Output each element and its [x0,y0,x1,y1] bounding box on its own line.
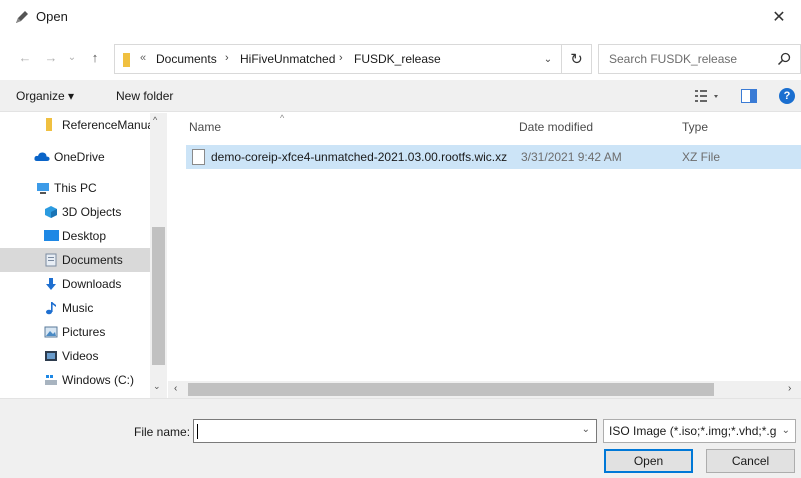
breadcrumb-documents[interactable]: Documents [156,52,217,66]
search-box[interactable]: Search FUSDK_release [598,44,801,74]
close-button[interactable]: ✕ [757,0,801,34]
nav-item-label: 3D Objects [62,205,122,219]
folder-icon [123,53,130,67]
nav-item-onedrive[interactable]: OneDrive [0,145,150,169]
breadcrumb-separator[interactable]: › [339,52,343,64]
recent-locations-button[interactable]: ⌄ [63,48,81,68]
nav-item-label: ReferenceManua [62,118,155,132]
drive-icon [45,375,57,385]
nav-item-documents[interactable]: Documents [0,248,150,272]
file-type-select[interactable]: ISO Image (*.iso;*.img;*.vhd;*.g ⌄ [603,419,796,443]
file-row[interactable]: demo-coreip-xfce4-unmatched-2021.03.00.r… [186,145,801,169]
scrollbar-thumb[interactable] [152,227,165,365]
sort-ascending-icon: ^ [280,113,285,123]
nav-item-label: This PC [54,181,97,195]
back-button[interactable]: ← [16,48,34,68]
nav-item-this-pc[interactable]: This PC [0,176,150,200]
cube-icon [45,206,57,218]
cancel-button[interactable]: Cancel [706,449,795,473]
scroll-up-arrow[interactable]: ^ [153,115,157,125]
title-bar: Open ✕ [0,0,801,34]
nav-item-3d-objects[interactable]: 3D Objects [0,200,150,224]
nav-item-desktop[interactable]: Desktop [0,224,150,248]
file-name-input[interactable]: ⌄ [193,419,597,443]
scroll-right-arrow[interactable]: › [788,383,791,394]
desktop-icon [44,230,59,241]
dialog-title: Open [36,9,68,24]
new-folder-button[interactable]: New folder [116,89,173,103]
open-dialog: Open ✕ ← → ⌄ ↑ « Documents › HiFiveUnmat… [0,0,801,478]
nav-item-windows-c[interactable]: Windows (C:) [0,368,150,392]
navigation-row: ← → ⌄ ↑ « Documents › HiFiveUnmatched › … [0,42,801,74]
column-header-type[interactable]: Type [682,120,708,134]
music-icon [46,302,56,315]
nav-item-label: Desktop [62,229,107,243]
breadcrumb-hifiveunmatched[interactable]: HiFiveUnmatched [240,52,335,66]
chevron-down-icon[interactable]: ⌄ [535,45,561,73]
nav-item-pictures[interactable]: Pictures [0,320,150,344]
nav-item-music[interactable]: Music [0,296,150,320]
nav-item-label: Music [62,301,94,315]
documents-icon [45,253,57,267]
file-name: demo-coreip-xfce4-unmatched-2021.03.00.r… [211,150,508,164]
search-placeholder: Search FUSDK_release [609,52,738,66]
column-header-date-modified[interactable]: Date modified [519,120,593,134]
search-icon[interactable] [776,51,792,67]
breadcrumb-overflow[interactable]: « [140,52,146,64]
cloud-icon [34,152,50,161]
nav-item-label: OneDrive [54,150,105,164]
chevron-down-icon[interactable]: ⌄ [582,424,590,435]
file-type-value: ISO Image (*.iso;*.img;*.vhd;*.g [609,424,777,438]
videos-icon [45,351,57,361]
nav-item-label: Documents [62,253,123,267]
pen-icon [16,11,28,23]
command-toolbar: Organize ▾ New folder ? [0,80,801,112]
column-header-name[interactable]: Name [189,120,221,134]
file-name-panel: File name: ⌄ ISO Image (*.iso;*.img;*.vh… [0,398,801,478]
open-button[interactable]: Open [604,449,693,473]
nav-item-downloads[interactable]: Downloads [0,272,150,296]
address-bar[interactable]: « Documents › HiFiveUnmatched › FUSDK_re… [114,44,562,74]
breadcrumb-separator[interactable]: › [225,52,229,64]
chevron-down-icon[interactable]: ⌄ [782,425,790,436]
scroll-down-arrow[interactable]: ⌄ [153,381,161,392]
organize-menu[interactable]: Organize ▾ [16,89,74,103]
forward-button[interactable]: → [42,48,60,68]
scroll-left-arrow[interactable]: ‹ [174,383,177,394]
file-list-horizontal-scrollbar[interactable]: ‹ › [168,381,801,398]
file-name-label: File name: [134,425,191,439]
breadcrumb-fusdk-release[interactable]: FUSDK_release [354,52,441,66]
view-options-icon[interactable] [694,88,724,104]
nav-item-label: Windows (C:) [62,373,135,387]
pictures-icon [44,326,58,338]
up-button[interactable]: ↑ [86,48,104,68]
scrollbar-thumb[interactable] [188,383,714,396]
download-icon [46,278,56,290]
file-icon [192,149,205,165]
nav-item-label: Pictures [62,325,106,339]
computer-icon [37,183,49,194]
refresh-button[interactable]: ↻ [562,44,592,74]
nav-item-label: Downloads [62,277,122,291]
nav-pane-scrollbar[interactable]: ^ ⌄ [150,113,167,398]
file-list: Name ^ Date modified Type demo-coreip-xf… [168,113,801,398]
nav-item-label: Videos [62,349,99,363]
preview-pane-icon[interactable] [741,89,757,103]
text-caret [197,424,198,439]
help-icon[interactable]: ? [779,88,795,104]
file-date-modified: 3/31/2021 9:42 AM [521,150,622,164]
file-type: XZ File [682,150,721,164]
nav-item-referencemanua[interactable]: ReferenceManua [0,113,154,137]
nav-item-videos[interactable]: Videos [0,344,150,368]
folder-icon [46,118,52,131]
navigation-pane: ReferenceManua OneDrive This PC 3D Objec… [0,113,168,398]
